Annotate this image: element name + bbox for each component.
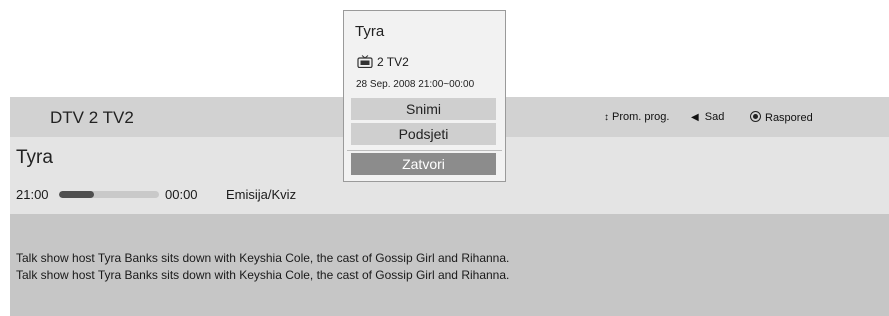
popup-channel-label: 2 TV2 <box>377 55 409 69</box>
schedule-label: Raspored <box>765 112 813 124</box>
popup-channel: 2 TV2 <box>357 55 409 69</box>
now-label: Sad <box>704 111 725 123</box>
tv-icon <box>357 55 373 69</box>
channel-title: DTV 2 TV2 <box>50 108 134 127</box>
change-program-hint[interactable]: ↕ Prom. prog. <box>604 111 669 123</box>
program-progress-bar <box>59 191 159 198</box>
ok-button-icon <box>750 111 761 122</box>
description-line: Talk show host Tyra Banks sits down with… <box>16 251 510 265</box>
left-arrow-icon: ◀ <box>691 112 699 123</box>
now-hint[interactable]: ◀ Sad <box>691 111 724 123</box>
end-time: 00:00 <box>165 187 198 202</box>
program-title: Tyra <box>16 147 53 168</box>
popup-divider <box>347 150 502 151</box>
remind-button[interactable]: Podsjeti <box>351 123 496 145</box>
popup-title: Tyra <box>355 23 385 40</box>
schedule-hint[interactable]: Raspored <box>750 111 813 124</box>
program-description-panel: Talk show host Tyra Banks sits down with… <box>10 214 889 316</box>
close-button[interactable]: Zatvori <box>351 153 496 175</box>
up-down-arrow-icon: ↕ <box>604 112 609 123</box>
program-genre: Emisija/Kviz <box>226 187 297 202</box>
change-program-label: Prom. prog. <box>612 111 670 123</box>
progress-fill <box>59 191 94 198</box>
record-button[interactable]: Snimi <box>351 98 496 120</box>
start-time: 21:00 <box>16 187 49 202</box>
program-options-popup: Tyra 2 TV2 28 Sep. 2008 21:00~00:00 Snim… <box>343 10 506 182</box>
description-line: Talk show host Tyra Banks sits down with… <box>16 268 510 282</box>
popup-datetime: 28 Sep. 2008 21:00~00:00 <box>356 79 475 90</box>
